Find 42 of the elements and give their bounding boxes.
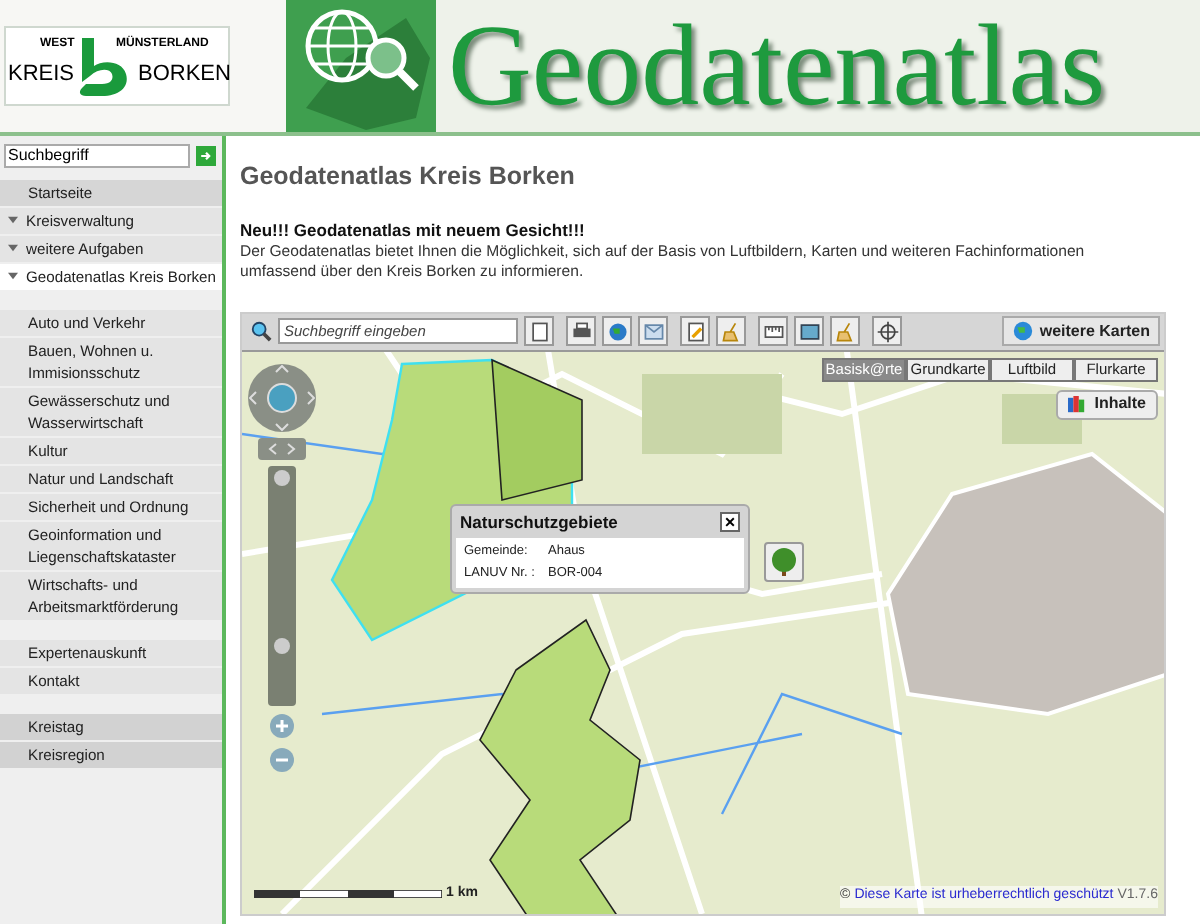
crosshair-button[interactable] [872,316,902,346]
tree-icon[interactable] [764,541,804,581]
arrow-icon [198,148,214,164]
pencil-button[interactable] [680,316,710,346]
page-icon [527,319,551,343]
rotate-arrows-icon[interactable] [258,437,306,459]
logo-text: KREIS [8,60,75,90]
banner-title: Geodatenatlas [448,8,1106,124]
search-go-button[interactable] [196,146,216,166]
pan-control-icon[interactable] [246,361,318,433]
page-button[interactable] [524,316,554,346]
envelope-button[interactable] [638,316,668,346]
contents-button[interactable]: Inhalte [1056,389,1158,419]
crosshair-icon [875,319,899,343]
globe-icon [1011,320,1034,342]
page-heading: Geodatenatlas Kreis Borken [240,164,577,189]
caret-icon [8,244,18,252]
caret-icon [8,216,18,224]
area-button[interactable] [794,316,824,346]
printer-button[interactable] [566,316,596,346]
area-icon [797,319,821,343]
envelope-icon [641,319,665,343]
close-button[interactable]: × [720,511,740,532]
zoom-in-icon[interactable] [268,711,296,739]
globe-button[interactable] [602,316,632,346]
broom-icon [719,319,743,343]
zoom-slider-icon[interactable] [268,465,296,705]
printer-icon [569,319,593,343]
pencil-icon [683,319,707,343]
search-field[interactable]: Suchbegriff [4,144,190,168]
ruler-button[interactable] [758,316,788,346]
broom-icon [833,319,857,343]
books-icon [1068,395,1087,413]
more-maps-button[interactable]: weitere Karten [1001,316,1160,346]
caret-icon [8,272,18,280]
scale-bar-icon [254,890,442,899]
zoom-out-icon[interactable] [268,745,296,773]
logo-text: BORKEN [138,60,231,90]
news-heading: Neu!!! Geodatenatlas mit neuem Gesicht!!! [240,219,587,241]
globe-icon [605,319,629,343]
search-icon [250,320,272,342]
popup-title: Naturschutzgebiete [460,509,618,535]
